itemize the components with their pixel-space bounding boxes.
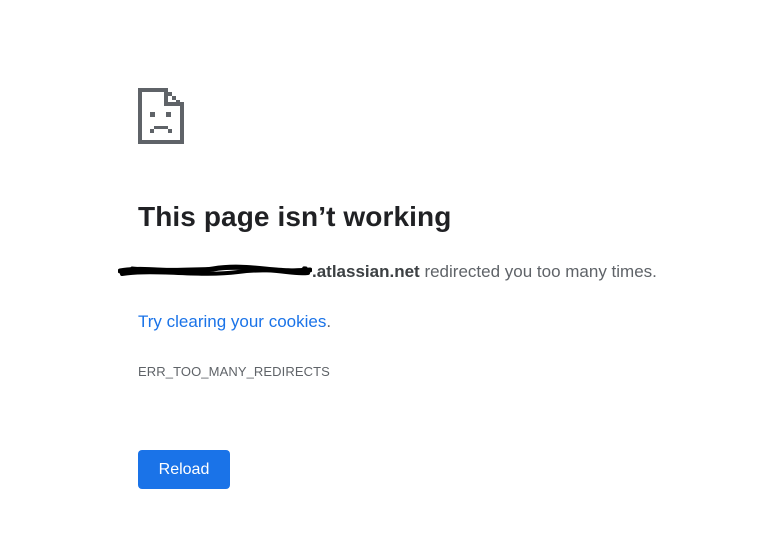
error-message: .atlassian.net redirected you too many t… — [118, 262, 657, 282]
domain-name: .atlassian.net — [312, 262, 420, 281]
clear-cookies-link[interactable]: Try clearing your cookies — [138, 312, 326, 331]
message-text: redirected you too many times. — [419, 262, 657, 281]
error-page: This page isn’t working .atlassian.net r… — [0, 0, 759, 537]
suggestion: Try clearing your cookies. — [138, 312, 331, 332]
redacted-scribble — [118, 263, 312, 279]
suggestion-period: . — [326, 312, 332, 331]
page-title: This page isn’t working — [138, 201, 452, 232]
sad-page-icon — [138, 88, 184, 144]
error-code: ERR_TOO_MANY_REDIRECTS — [138, 364, 330, 379]
reload-button[interactable]: Reload — [138, 450, 230, 489]
